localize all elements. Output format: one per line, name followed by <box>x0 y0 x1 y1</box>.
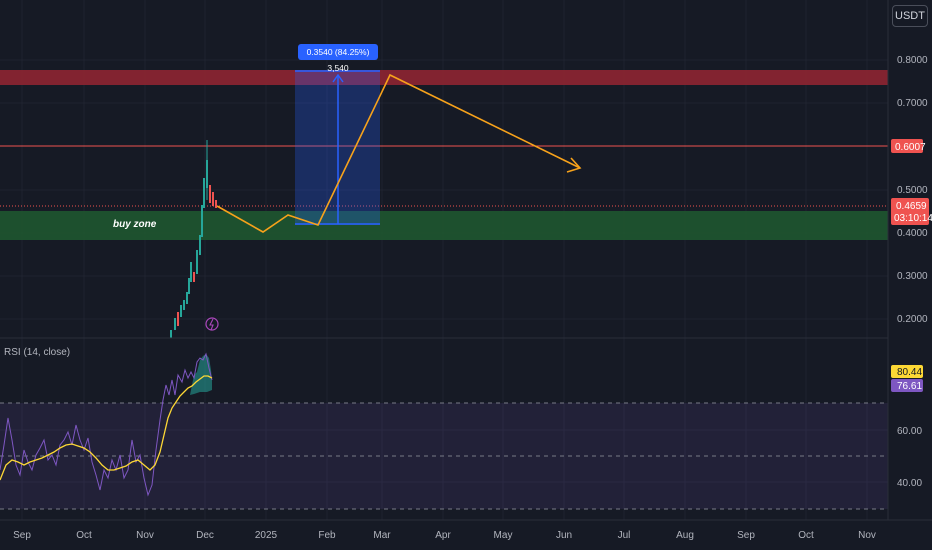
price-tick: 0.8000 <box>897 55 928 66</box>
time-tick: Oct <box>76 530 92 541</box>
price-tick: 0.7000 <box>897 98 928 109</box>
time-tick: Nov <box>136 530 154 541</box>
time-tick: 2025 <box>255 530 278 541</box>
time-tick: Oct <box>798 530 814 541</box>
measure-tool-label: 0.3540 (84.25%) 3,540 <box>298 44 378 73</box>
price-tick: 0.3000 <box>897 271 928 282</box>
rsi-indicator-title[interactable]: RSI (14, close) <box>4 347 70 358</box>
rsi-tick: 60.00 <box>897 426 922 437</box>
countdown-text: 03:10:14 <box>894 213 932 224</box>
chart-canvas[interactable]: 0.8000 0.7000 0.5000 0.4000 0.3000 0.200… <box>0 0 932 550</box>
time-tick: May <box>494 530 513 541</box>
time-tick: Dec <box>196 530 214 541</box>
lightning-icon[interactable] <box>205 317 219 331</box>
currency-button[interactable]: USDT <box>892 5 928 27</box>
time-tick: Nov <box>858 530 876 541</box>
time-tick: Feb <box>318 530 336 541</box>
rsi-tick: 40.00 <box>897 478 922 489</box>
rsi-value-text: 80.44 <box>897 367 922 378</box>
time-tick: Sep <box>737 530 755 541</box>
price-tick: 0.4000 <box>897 228 928 239</box>
time-tick: Aug <box>676 530 694 541</box>
current-price-text: 0.4659 <box>896 201 927 212</box>
time-tick: Mar <box>373 530 391 541</box>
time-tick: Sep <box>13 530 31 541</box>
price-tick: 0.2000 <box>897 314 928 325</box>
buy-zone-label: buy zone <box>113 219 157 230</box>
time-tick: Apr <box>435 530 451 541</box>
resistance-price-text: 0.6007 <box>895 142 926 153</box>
time-tick: Jun <box>556 530 572 541</box>
time-tick: Jul <box>618 530 631 541</box>
resistance-zone[interactable] <box>0 70 888 85</box>
time-axis[interactable]: Sep Oct Nov Dec 2025 Feb Mar Apr May Jun… <box>13 530 876 541</box>
price-tick: 0.5000 <box>897 185 928 196</box>
rsi-ma-text: 76.61 <box>897 381 922 392</box>
